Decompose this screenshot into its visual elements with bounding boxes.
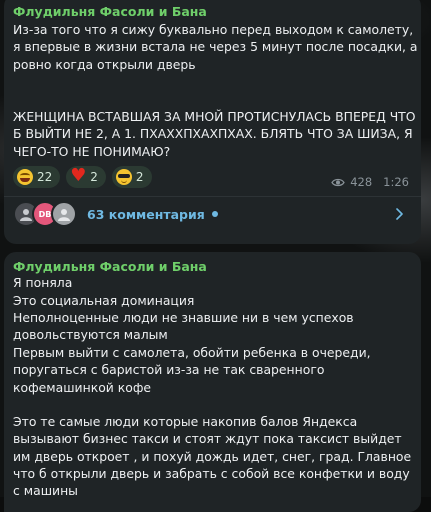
post-text-line: Неполноценные люди не знавшие ни в чем у… bbox=[13, 310, 358, 343]
divider bbox=[4, 196, 421, 197]
post-text-line: Это социальная доминация bbox=[13, 293, 195, 308]
post-text-paragraph: ЖЕНЩИНА ВСТАВШАЯ ЗА МНОЙ ПРОТИСНУЛАСЬ ВП… bbox=[13, 109, 420, 159]
reaction-heart[interactable]: 2 bbox=[66, 166, 106, 188]
chevron-right-icon[interactable] bbox=[396, 208, 403, 220]
red-heart-icon bbox=[70, 166, 86, 186]
reaction-laugh[interactable]: 22 bbox=[13, 166, 61, 188]
commenter-avatars: DB bbox=[13, 201, 77, 227]
reactions-bar: 22 2 2 bbox=[13, 166, 152, 188]
user-silhouette-icon bbox=[58, 209, 70, 221]
channel-post[interactable]: Флудильня Фасоли и Бана Из-за того что я… bbox=[4, 0, 421, 244]
post-text-line: Это те самые люди которые накопив балов … bbox=[13, 414, 416, 499]
reaction-cool[interactable]: 2 bbox=[111, 166, 152, 188]
sunglasses-face-icon bbox=[115, 169, 132, 185]
reaction-count: 22 bbox=[37, 170, 53, 184]
reaction-count: 2 bbox=[90, 170, 98, 184]
eye-icon bbox=[331, 178, 345, 186]
comments-button[interactable]: DB 63 комментария bbox=[13, 201, 218, 227]
reaction-count: 2 bbox=[135, 170, 144, 184]
channel-post[interactable]: Флудильня Фасоли и Бана Я поняла Это соц… bbox=[4, 252, 421, 512]
post-author[interactable]: Флудильня Фасоли и Бана bbox=[13, 4, 207, 19]
post-text-paragraph: Из-за того что я сижу буквально перед вы… bbox=[13, 22, 422, 72]
unread-dot bbox=[211, 211, 218, 217]
comments-count-label[interactable]: 63 комментария bbox=[87, 207, 205, 222]
post-author[interactable]: Флудильня Фасоли и Бана bbox=[13, 259, 207, 274]
post-meta: 428 1:26 bbox=[331, 175, 409, 189]
post-text-line: Первым выйти с самолета, обойти ребенка … bbox=[13, 345, 375, 395]
user-silhouette-icon bbox=[20, 209, 32, 221]
post-text-line: Я поняла bbox=[13, 275, 73, 290]
grinning-squinting-face-icon bbox=[17, 169, 33, 185]
post-time: 1:26 bbox=[383, 175, 409, 189]
view-count: 428 bbox=[350, 175, 373, 189]
avatar bbox=[51, 201, 77, 227]
